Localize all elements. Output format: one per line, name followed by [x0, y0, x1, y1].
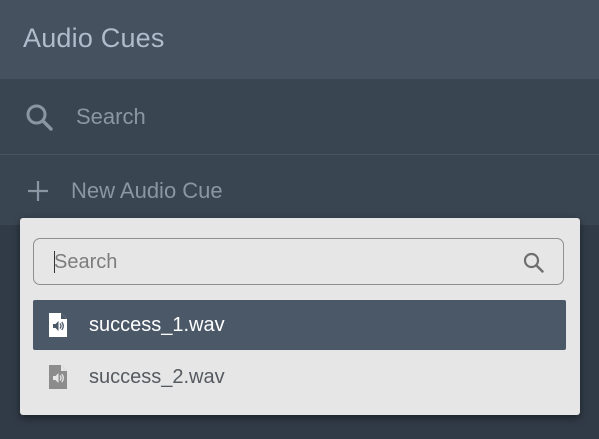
file-name: success_2.wav — [89, 366, 225, 388]
plus-icon — [28, 181, 48, 201]
search-icon — [26, 104, 53, 131]
file-item-success-2[interactable]: success_2.wav — [33, 352, 566, 402]
audio-file-dropdown: Search success_1.wav success_2.wav — [20, 218, 580, 415]
file-name: success_1.wav — [89, 314, 225, 336]
dropdown-search-placeholder: Search — [54, 251, 118, 273]
panel-title: Audio Cues — [23, 23, 165, 53]
audio-file-icon — [49, 313, 67, 337]
panel-search-input[interactable]: Search — [76, 103, 146, 131]
file-item-success-1[interactable]: success_1.wav — [33, 300, 566, 350]
new-audio-cue-button[interactable]: New Audio Cue — [0, 155, 599, 225]
audio-file-icon — [49, 365, 67, 389]
search-icon[interactable] — [523, 252, 544, 273]
new-audio-cue-label: New Audio Cue — [71, 178, 223, 203]
dropdown-search-input[interactable]: Search — [33, 238, 564, 285]
panel-search-row[interactable]: Search — [0, 79, 599, 155]
panel-header: Audio Cues — [0, 0, 599, 79]
